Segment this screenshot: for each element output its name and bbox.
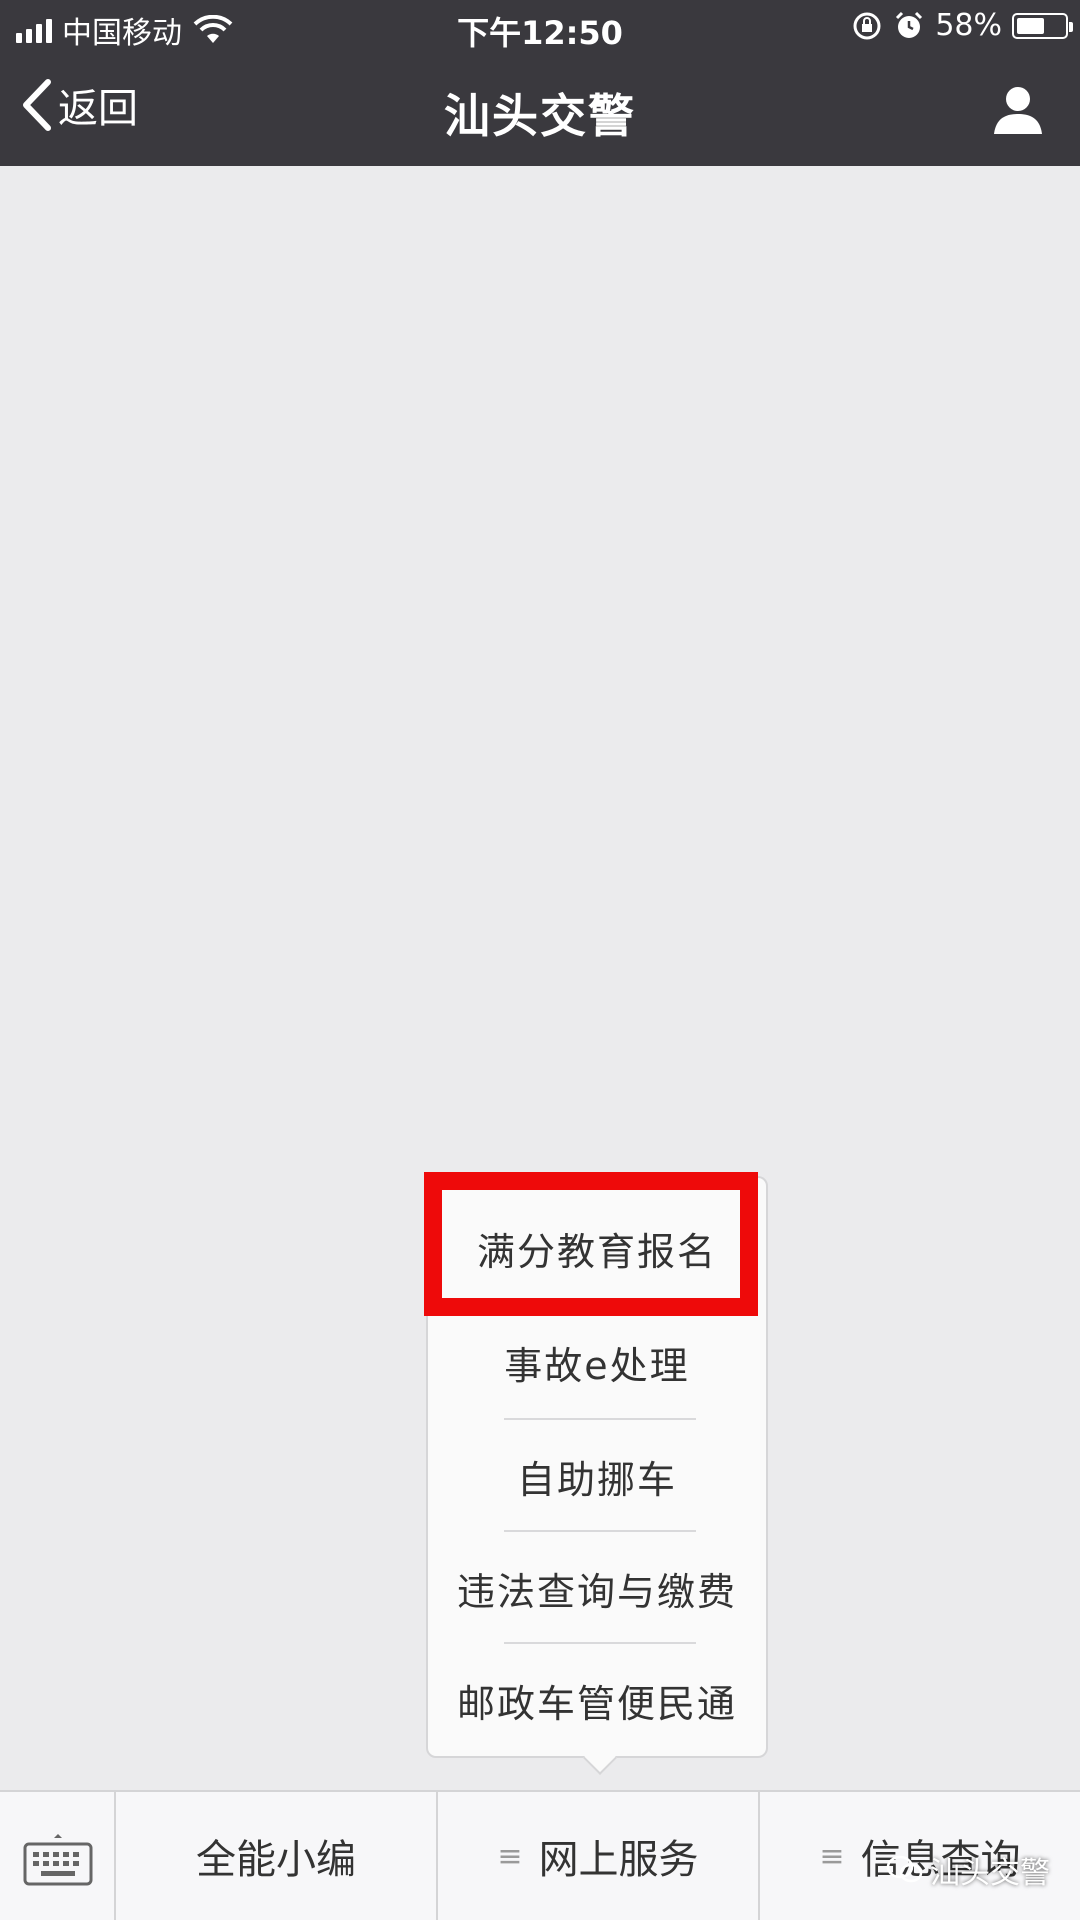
keyboard-toggle-button[interactable] xyxy=(0,1792,116,1920)
keyboard-icon xyxy=(23,1834,93,1886)
menu-icon: ≡ xyxy=(819,1838,845,1874)
bottom-tab-online-services[interactable]: ≡ 网上服务 xyxy=(438,1792,760,1920)
top-bar: 中国移动 下午12:50 58% 返回 汕头交警 xyxy=(0,0,1080,166)
bottom-tab-label: 网上服务 xyxy=(538,1837,699,1883)
nav-bar: 返回 汕头交警 xyxy=(0,54,1080,166)
rotation-lock-icon xyxy=(853,12,881,39)
bottom-tab-all-round-editor[interactable]: 全能小编 xyxy=(116,1792,438,1920)
battery-fill xyxy=(1017,17,1044,34)
status-right: 58% xyxy=(851,8,1073,43)
alarm-icon xyxy=(896,11,923,38)
watermark: 汕头交警 xyxy=(886,1848,1050,1892)
watermark-text: 汕头交警 xyxy=(930,1856,1050,1891)
bottom-tab-label: 全能小编 xyxy=(196,1837,356,1883)
menu-item-self-service-move-car[interactable]: 自助挪车 xyxy=(428,1420,766,1532)
battery-icon xyxy=(1012,12,1073,39)
page-title: 汕头交警 xyxy=(444,89,636,143)
status-bar: 中国移动 下午12:50 58% xyxy=(0,0,1080,54)
menu-item-full-score-education[interactable]: 满分教育报名 xyxy=(428,1192,766,1304)
service-popup-menu: 满分教育报名 事故e处理 自助挪车 违法查询与缴费 邮政车管便民通 xyxy=(426,1176,768,1775)
menu-item-postal-vehicle-service[interactable]: 邮政车管便民通 xyxy=(428,1644,766,1756)
menu-icon: ≡ xyxy=(497,1838,523,1874)
battery-percent: 58% xyxy=(935,8,1002,43)
menu-item-violation-query-payment[interactable]: 违法查询与缴费 xyxy=(428,1532,766,1644)
profile-icon[interactable] xyxy=(992,84,1044,136)
bottom-menu-bar: 全能小编 ≡ 网上服务 ≡ 信息查询 汕头交警 xyxy=(0,1790,1080,1920)
menu-item-accident-e-handling[interactable]: 事故e处理 xyxy=(428,1306,766,1418)
screen: 中国移动 下午12:50 58% 返回 汕头交警 满分教育报名 事故e处理 自助… xyxy=(0,0,1080,1920)
battery-nub xyxy=(1069,21,1073,32)
wechat-icon xyxy=(886,1855,923,1883)
